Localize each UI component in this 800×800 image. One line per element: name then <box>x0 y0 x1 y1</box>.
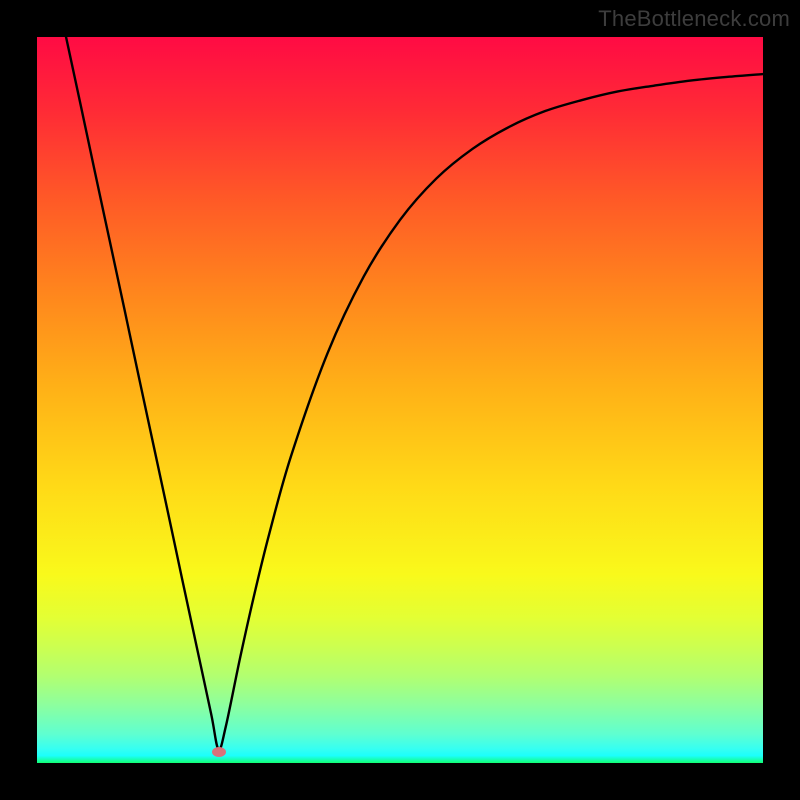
chart-frame: TheBottleneck.com <box>0 0 800 800</box>
watermark-text: TheBottleneck.com <box>598 6 790 32</box>
min-marker <box>212 747 226 757</box>
plot-area <box>37 37 763 763</box>
bottleneck-curve <box>37 37 763 763</box>
